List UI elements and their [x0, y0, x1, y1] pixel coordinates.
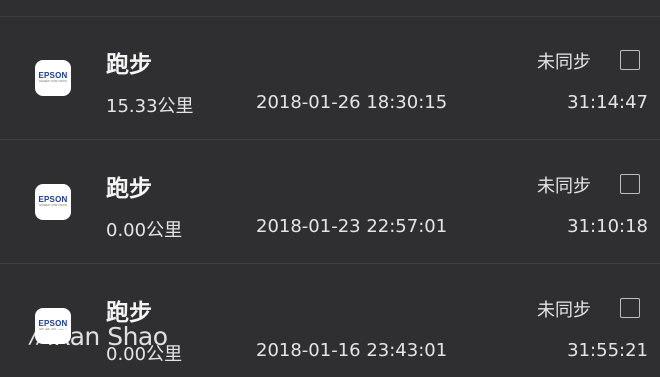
select-checkbox[interactable] [620, 50, 640, 70]
activity-type: 跑步 [106, 176, 152, 202]
activity-list-screen: EPSON EXCEED YOUR VISION 跑步 15.33公里 2018… [0, 0, 660, 377]
app-tagline: EXCEED YOUR VISION [39, 328, 67, 331]
distance: 0.00公里 [106, 220, 183, 241]
list-item[interactable]: EPSON EXCEED YOUR VISION 跑步 15.33公里 2018… [0, 17, 660, 140]
sync-status: 未同步 [537, 52, 591, 73]
record-datetime: 2018-01-16 23:43:01 [256, 340, 448, 361]
epson-app-icon: EPSON EXCEED YOUR VISION [35, 184, 71, 220]
app-brand: EPSON [38, 319, 68, 328]
list-item[interactable]: EPSON EXCEED YOUR VISION 跑步 0.00公里 2018-… [0, 141, 660, 264]
distance: 0.00公里 [106, 344, 183, 365]
activity-type: 跑步 [106, 52, 152, 78]
duration: 31:55:21 [567, 340, 648, 361]
record-datetime: 2018-01-26 18:30:15 [256, 92, 448, 113]
select-checkbox[interactable] [620, 174, 640, 194]
epson-app-icon: EPSON EXCEED YOUR VISION [35, 308, 71, 344]
app-brand: EPSON [38, 71, 68, 80]
activity-type: 跑步 [106, 300, 152, 326]
app-brand: EPSON [38, 195, 68, 204]
select-checkbox[interactable] [620, 298, 640, 318]
epson-app-icon: EPSON EXCEED YOUR VISION [35, 60, 71, 96]
duration: 31:14:47 [567, 92, 648, 113]
record-datetime: 2018-01-23 22:57:01 [256, 216, 448, 237]
app-tagline: EXCEED YOUR VISION [39, 80, 67, 83]
distance: 15.33公里 [106, 96, 194, 117]
list-item[interactable]: EPSON EXCEED YOUR VISION 跑步 0.00公里 2018-… [0, 265, 660, 377]
app-tagline: EXCEED YOUR VISION [39, 204, 67, 207]
sync-status: 未同步 [537, 300, 591, 321]
duration: 31:10:18 [567, 216, 648, 237]
sync-status: 未同步 [537, 176, 591, 197]
